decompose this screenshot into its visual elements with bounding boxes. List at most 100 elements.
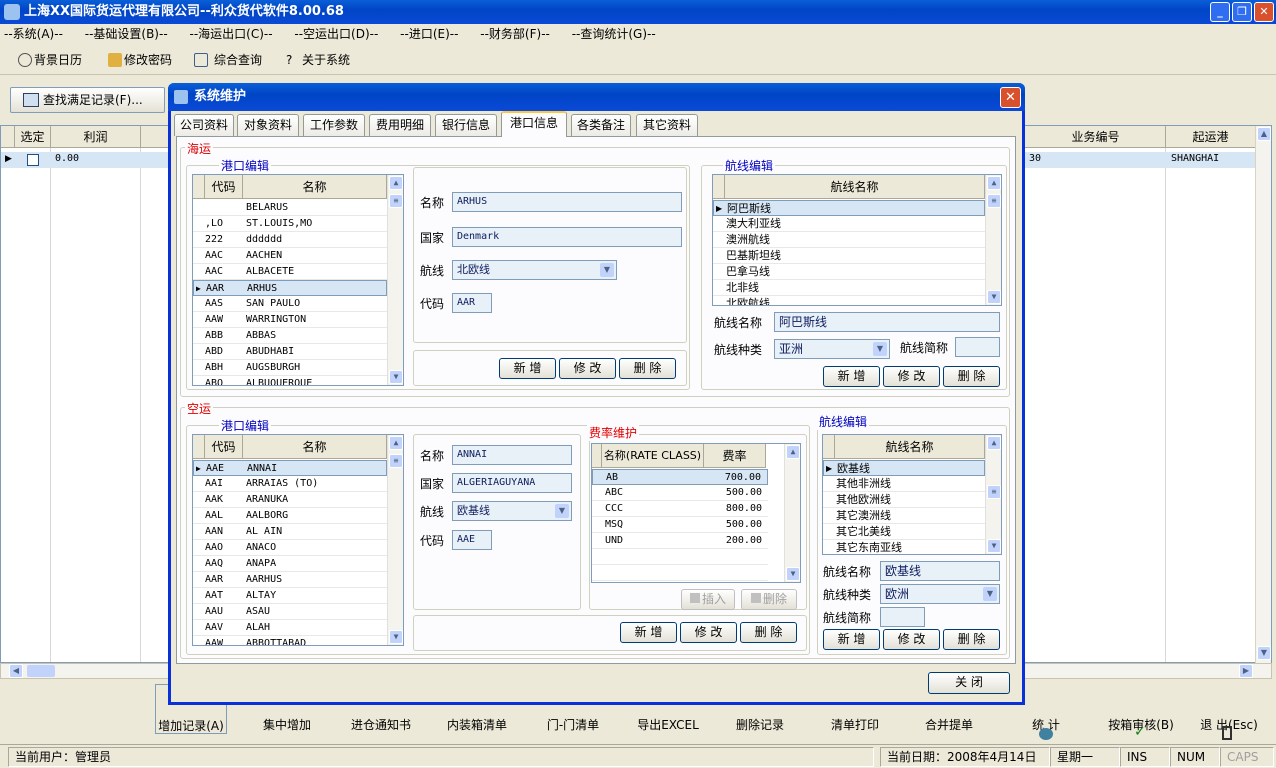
- air-route-scrollbar[interactable]: ▲ ≡ ▼: [985, 435, 1001, 554]
- export-excel-button[interactable]: 导出EXCEL: [623, 716, 713, 733]
- scroll-up-icon[interactable]: ▲: [987, 176, 1001, 190]
- close-button[interactable]: ✕: [1254, 2, 1274, 22]
- sea-code-field[interactable]: AAR: [452, 293, 492, 313]
- list-item[interactable]: 巴拿马线: [713, 264, 985, 280]
- air-port-add-button[interactable]: 新 增: [620, 622, 677, 643]
- door-to-door-button[interactable]: 门-门清单: [528, 716, 618, 733]
- air-country-field[interactable]: ALGERIAGUYANA: [452, 473, 572, 493]
- chevron-down-icon[interactable]: ▼: [600, 263, 614, 277]
- batch-add-button[interactable]: 集中增加: [242, 716, 332, 733]
- menu-basic-settings[interactable]: --基础设置(B)--: [85, 27, 168, 41]
- sea-route-delete-button[interactable]: 删 除: [943, 366, 1000, 387]
- list-item[interactable]: 其它东南亚线: [823, 540, 985, 554]
- sea-route-list[interactable]: 航线名称 阿巴斯线 ▶ 澳大利亚线 澳洲航线 巴基斯坦线 巴拿马线 北非线 北欧航线 ▲ ≡ …: [712, 174, 1002, 306]
- air-code-field[interactable]: AAE: [452, 530, 492, 550]
- list-item[interactable]: AAU ASAU: [193, 604, 387, 620]
- air-route-type-select[interactable]: 欧洲 ▼: [880, 584, 1000, 604]
- delete-record-button[interactable]: 删除记录: [715, 716, 805, 733]
- air-port-edit-button[interactable]: 修 改: [680, 622, 737, 643]
- sea-route-edit-button[interactable]: 修 改: [883, 366, 940, 387]
- list-item[interactable]: 222 dddddd: [193, 232, 387, 248]
- air-col-name[interactable]: 名称: [243, 435, 387, 459]
- menu-finance[interactable]: --财务部(F)--: [480, 27, 550, 41]
- air-route-abbr-field[interactable]: [880, 607, 925, 627]
- list-item[interactable]: ABQ ALBUQUERQUE: [193, 376, 387, 385]
- sea-route-type-select[interactable]: 亚洲 ▼: [774, 339, 890, 359]
- sea-col-code[interactable]: 代码: [205, 175, 243, 199]
- table-row[interactable]: AB 700.00: [592, 469, 768, 485]
- tab-objects[interactable]: 对象资料: [237, 114, 299, 136]
- tab-other[interactable]: 其它资料: [636, 114, 698, 136]
- calendar-tool[interactable]: 背景日历: [16, 50, 82, 70]
- menu-sea-export[interactable]: --海运出口(C)--: [189, 27, 272, 41]
- sea-col-route[interactable]: 航线名称: [725, 175, 985, 199]
- list-item[interactable]: AAL AALBORG: [193, 508, 387, 524]
- scroll-right-icon[interactable]: ▶: [1239, 664, 1253, 678]
- list-item[interactable]: AAK ARANUKA: [193, 492, 387, 508]
- air-route-delete-button[interactable]: 删 除: [943, 629, 1000, 650]
- list-item[interactable]: 阿巴斯线 ▶: [713, 200, 985, 216]
- sea-name-field[interactable]: ARHUS: [452, 192, 682, 212]
- col-pol[interactable]: 起运港: [1166, 126, 1256, 148]
- list-item[interactable]: AAO ANACO: [193, 540, 387, 556]
- sea-route-select[interactable]: 北欧线 ▼: [452, 260, 617, 280]
- scroll-thumb[interactable]: ≡: [987, 194, 1001, 208]
- menu-import[interactable]: --进口(E)--: [400, 27, 458, 41]
- air-route-select[interactable]: 欧基线 ▼: [452, 501, 572, 521]
- list-item[interactable]: AAR AARHUS: [193, 572, 387, 588]
- container-audit-button[interactable]: ✓ 按箱审核(B): [1096, 716, 1186, 740]
- scroll-left-icon[interactable]: ◀: [9, 664, 23, 678]
- query-tool[interactable]: 综合查询: [192, 50, 262, 70]
- list-item[interactable]: 澳大利亚线: [713, 216, 985, 232]
- menu-air-export[interactable]: --空运出口(D)--: [294, 27, 378, 41]
- col-profit[interactable]: 利润: [51, 126, 141, 148]
- tab-company[interactable]: 公司资料: [174, 114, 234, 136]
- grid-vertical-scrollbar[interactable]: ▲ ▼: [1255, 126, 1271, 663]
- scroll-down-icon[interactable]: ▼: [987, 539, 1001, 553]
- rate-col-name[interactable]: 名称(RATE CLASS): [602, 444, 704, 468]
- list-item[interactable]: AAW WARRINGTON: [193, 312, 387, 328]
- sea-route-name-field[interactable]: 阿巴斯线: [774, 312, 1000, 332]
- scroll-down-icon[interactable]: ▼: [389, 370, 403, 384]
- air-route-list[interactable]: 航线名称 欧基线 ▶ 其他非洲线 其他欧洲线 其它澳洲线 其它北美线 其它东南亚线 ▲ ≡ …: [822, 434, 1002, 555]
- air-name-field[interactable]: ANNAI: [452, 445, 572, 465]
- dialog-close-button[interactable]: 关 闭: [928, 672, 1010, 694]
- list-item[interactable]: 其它北美线: [823, 524, 985, 540]
- warehouse-notice-button[interactable]: 进仓通知书: [336, 716, 426, 733]
- list-item[interactable]: 澳洲航线: [713, 232, 985, 248]
- air-port-scrollbar[interactable]: ▲ ≡ ▼: [387, 435, 403, 645]
- packing-list-button[interactable]: 内装箱清单: [432, 716, 522, 733]
- menu-system[interactable]: --系统(A)--: [4, 27, 63, 41]
- col-business-no[interactable]: 业务编号: [1026, 126, 1166, 148]
- menu-query[interactable]: --查询统计(G)--: [572, 27, 656, 41]
- list-item[interactable]: 欧基线 ▶: [823, 460, 985, 476]
- print-list-button[interactable]: 清单打印: [810, 716, 900, 733]
- password-tool[interactable]: 修改密码: [106, 50, 172, 70]
- scroll-up-icon[interactable]: ▲: [1257, 127, 1271, 141]
- rate-col-rate[interactable]: 费率: [704, 444, 766, 468]
- list-item[interactable]: ABD ABUDHABI: [193, 344, 387, 360]
- tab-fee-details[interactable]: 费用明细: [369, 114, 431, 136]
- select-checkbox[interactable]: [27, 154, 39, 166]
- list-item[interactable]: AAS SAN PAULO: [193, 296, 387, 312]
- sea-port-edit-button[interactable]: 修 改: [559, 358, 616, 379]
- sea-col-name[interactable]: 名称: [243, 175, 387, 199]
- scroll-thumb[interactable]: ≡: [389, 194, 403, 208]
- chevron-down-icon[interactable]: ▼: [555, 504, 569, 518]
- col-select[interactable]: 选定: [15, 126, 51, 148]
- rate-scrollbar[interactable]: ▲ ▼: [784, 444, 800, 582]
- air-col-code[interactable]: 代码: [205, 435, 243, 459]
- minimize-button[interactable]: _: [1210, 2, 1230, 22]
- scroll-up-icon[interactable]: ▲: [389, 176, 403, 190]
- list-item[interactable]: ABB ABBAS: [193, 328, 387, 344]
- about-tool[interactable]: ? 关于系统: [284, 50, 350, 70]
- list-item[interactable]: ABH AUGSBURGH: [193, 360, 387, 376]
- list-item[interactable]: 其他非洲线: [823, 476, 985, 492]
- table-row[interactable]: UND 200.00: [592, 533, 768, 549]
- search-records-button[interactable]: 查找满足记录(F)...: [10, 87, 165, 113]
- air-route-add-button[interactable]: 新 增: [823, 629, 880, 650]
- list-item[interactable]: AAR ARHUS ▶: [193, 280, 387, 296]
- air-port-delete-button[interactable]: 删 除: [740, 622, 797, 643]
- scroll-thumb[interactable]: ≡: [987, 485, 1001, 499]
- table-row[interactable]: MSQ 500.00: [592, 517, 768, 533]
